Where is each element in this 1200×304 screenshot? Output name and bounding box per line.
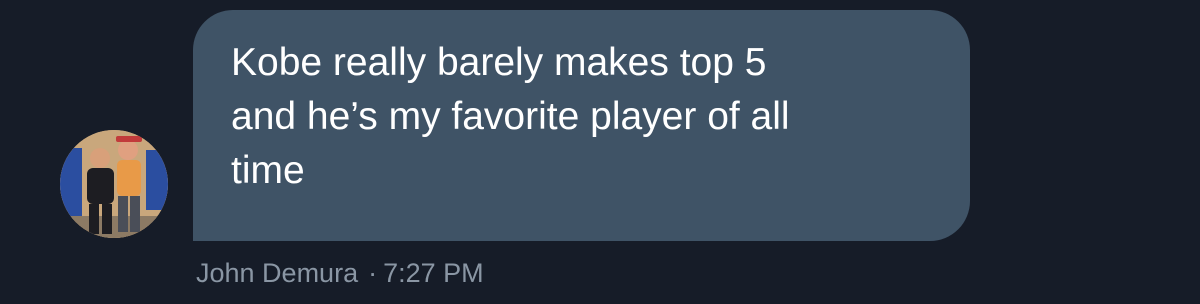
sender-name[interactable]: John Demura [196,258,358,288]
message-meta: John Demura · 7:27 PM [196,255,484,291]
message-bubble[interactable]: Kobe really barely makes top 5 and he’s … [193,10,970,241]
avatar[interactable] [60,130,168,238]
message-time: 7:27 PM [383,258,484,288]
message-text: Kobe really barely makes top 5 and he’s … [231,41,790,192]
avatar-photo [60,130,168,238]
message-row: Kobe really barely makes top 5 and he’s … [0,0,1200,304]
meta-separator: · [368,258,378,288]
